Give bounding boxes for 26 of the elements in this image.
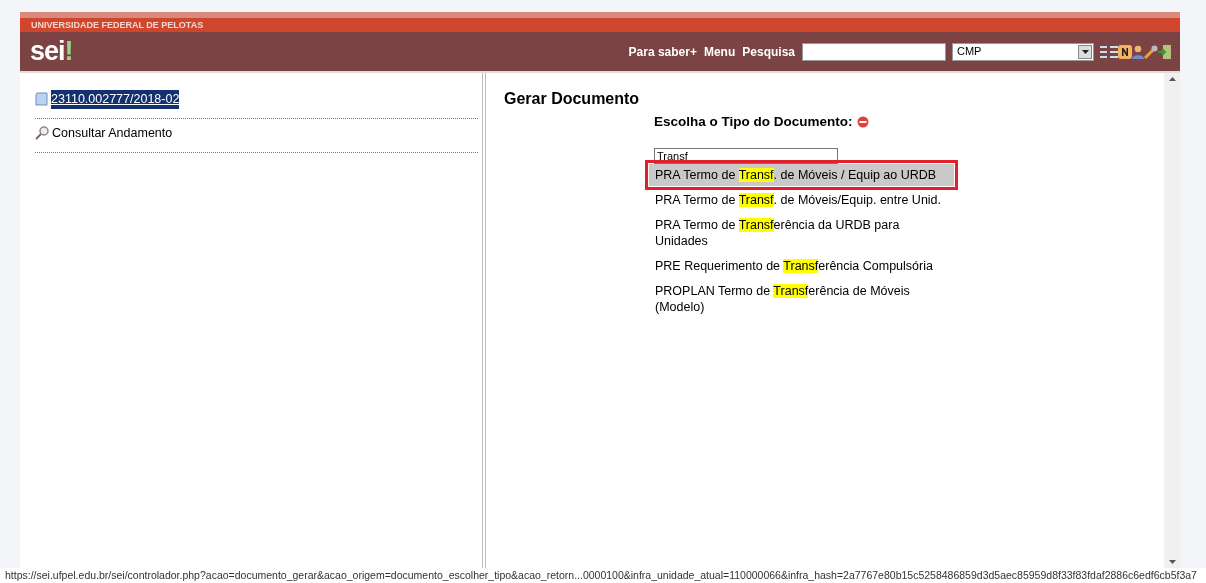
header-link[interactable]: Pesquisa — [742, 42, 795, 61]
filter-field[interactable]: Transf — [654, 148, 838, 165]
document-type-option[interactable]: PRA Termo de Transf. de Móveis/Equip. entre Unid. — [649, 189, 954, 212]
magnifier-icon — [35, 126, 49, 141]
user-icon[interactable] — [1132, 44, 1144, 59]
institution-name: UNIVERSIDADE FEDERAL DE PELOTAS — [20, 18, 1180, 32]
dropdown-arrow-icon[interactable] — [1081, 49, 1089, 54]
scrollbar[interactable] — [1164, 73, 1180, 568]
sidebar-link[interactable]: Consultar Andamento — [52, 123, 173, 143]
collapse-icon[interactable] — [856, 116, 869, 129]
unit-select[interactable]: CMP — [952, 42, 1094, 61]
search-field[interactable] — [802, 42, 946, 61]
notes-icon[interactable] — [1118, 44, 1132, 59]
page-title: Gerar Documento — [504, 89, 641, 109]
header-link[interactable]: Para saber+ — [628, 42, 697, 61]
process-number-link[interactable]: 23110.002777/2018-02 — [51, 90, 180, 109]
header-link[interactable]: Menu — [703, 42, 736, 61]
exit-icon[interactable] — [1158, 44, 1172, 59]
scroll-up-icon[interactable] — [1168, 77, 1176, 81]
app-logo[interactable]: sei! — [30, 38, 73, 65]
wrench-icon[interactable] — [1144, 44, 1158, 59]
list-icon[interactable] — [1100, 44, 1118, 59]
section-heading: Escolha o Tipo do Documento: — [654, 113, 853, 132]
document-icon — [35, 92, 48, 107]
scroll-down-icon[interactable] — [1168, 560, 1176, 564]
status-bar-url: https://sei.ufpel.edu.br/sei/controlador.php?acao=documento_gerar&acao_origem=documento_escolher_tipo&acao_retorn...0000100&infra_unidade_atual=110000066&infra_hash=2a7767e80b15c5258486859d3d5aec85959d8f33f83fdaf2886c6edf6cb5f3a7 — [0, 568, 1206, 583]
